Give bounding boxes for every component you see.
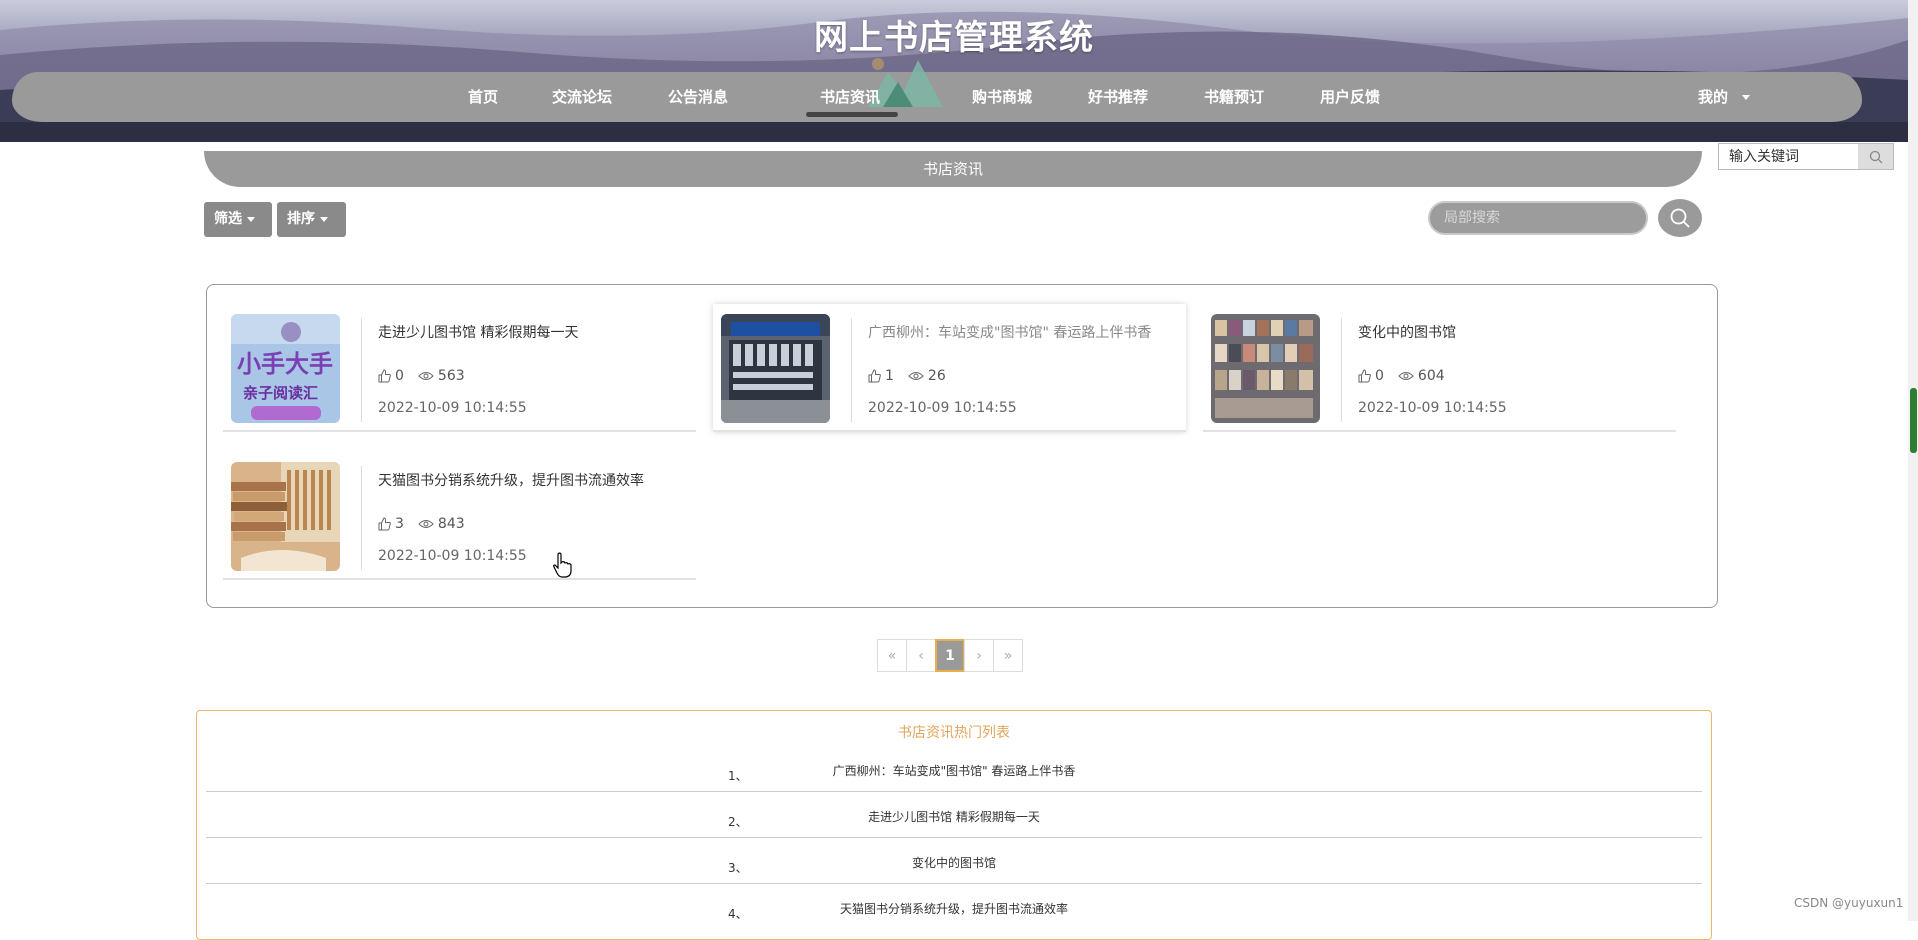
eye-icon	[908, 372, 924, 380]
view-count: 563	[437, 368, 465, 384]
local-search-input[interactable]	[1430, 203, 1646, 233]
station-bookshelf-image	[721, 314, 830, 423]
like-count: 0	[1375, 368, 1384, 384]
news-date: 2022-10-09 10:14:55	[378, 400, 527, 416]
like-count: 3	[395, 516, 404, 532]
nav-item-feedback[interactable]: 用户反馈	[1320, 86, 1380, 107]
view-count: 604	[1417, 368, 1445, 384]
pagination: « ‹ 1 › »	[877, 639, 1023, 672]
news-card[interactable]: 广西柳州：车站变成"图书馆" 春运路上伴书香 1 26 2022-10-09 1…	[713, 304, 1186, 432]
local-search-button[interactable]	[1658, 199, 1702, 237]
nav-item-news[interactable]: 书店资讯	[820, 86, 880, 107]
filter-dropdown[interactable]: 筛选	[204, 202, 272, 237]
hot-list-item[interactable]: 4、 天猫图书分销系统升级，提升图书流通效率	[206, 883, 1702, 929]
hot-item-title[interactable]: 广西柳州：车站变成"图书馆" 春运路上伴书香	[206, 762, 1702, 779]
watermark: CSDN @yuyuxun1	[1794, 896, 1904, 910]
hand-cursor-icon	[553, 552, 572, 578]
like-count: 1	[885, 368, 894, 384]
view-count: 26	[927, 368, 946, 384]
hot-item-title[interactable]: 走进少儿图书馆 精彩假期每一天	[206, 808, 1702, 825]
news-thumbnail	[231, 462, 340, 571]
page-prev-button[interactable]: ‹	[906, 639, 936, 672]
nav-item-recommend[interactable]: 好书推荐	[1088, 86, 1148, 107]
card-divider	[361, 318, 362, 422]
book-stack-image	[231, 462, 340, 571]
news-date: 2022-10-09 10:14:55	[868, 400, 1017, 416]
news-list: 小手大手 亲子阅读汇 走进少儿图书馆 精彩假期每一天 0 563 2022-10…	[206, 284, 1718, 608]
page-next-button[interactable]: ›	[964, 639, 994, 672]
library-shelves-image	[1211, 314, 1320, 423]
news-stats: 3 843	[378, 516, 479, 532]
sort-label: 排序	[287, 211, 315, 227]
hot-list-item[interactable]: 3、 变化中的图书馆	[206, 837, 1702, 884]
eye-icon	[418, 520, 434, 528]
thumbs-up-icon	[378, 517, 391, 531]
site-header: 网上书店管理系统 首页 交流论坛 公告消息 书店资讯 购书商城 好书推荐 书籍预…	[0, 0, 1908, 142]
card-divider	[1341, 318, 1342, 422]
news-stats: 1 26	[868, 368, 960, 384]
sort-dropdown[interactable]: 排序	[277, 202, 346, 237]
page-first-button[interactable]: «	[877, 639, 907, 672]
nav-item-notice[interactable]: 公告消息	[668, 86, 728, 107]
news-thumbnail: 小手大手 亲子阅读汇	[231, 314, 340, 423]
page-current-button[interactable]: 1	[935, 639, 965, 672]
news-title[interactable]: 广西柳州：车站变成"图书馆" 春运路上伴书香	[868, 322, 1151, 342]
section-title-bar: 书店资讯	[204, 151, 1702, 187]
nav-item-home[interactable]: 首页	[468, 86, 498, 107]
svg-text:小手大手: 小手大手	[237, 350, 333, 378]
news-title[interactable]: 走进少儿图书馆 精彩假期每一天	[378, 322, 578, 342]
scrollbar-thumb[interactable]	[1910, 388, 1917, 453]
site-title: 网上书店管理系统	[814, 18, 1094, 58]
news-card[interactable]: 小手大手 亲子阅读汇 走进少儿图书馆 精彩假期每一天 0 563 2022-10…	[223, 304, 696, 432]
hot-list-title: 书店资讯热门列表	[898, 725, 1010, 741]
hot-list: 书店资讯热门列表 1、 广西柳州：车站变成"图书馆" 春运路上伴书香 2、 走进…	[196, 710, 1712, 940]
view-count: 843	[437, 516, 465, 532]
filter-label: 筛选	[214, 211, 242, 227]
news-thumbnail	[721, 314, 830, 423]
nav-item-shop[interactable]: 购书商城	[972, 86, 1032, 107]
eye-icon	[418, 372, 434, 380]
news-date: 2022-10-09 10:14:55	[1358, 400, 1507, 416]
news-stats: 0 563	[378, 368, 479, 384]
like-count: 0	[395, 368, 404, 384]
news-title[interactable]: 变化中的图书馆	[1358, 322, 1456, 342]
hot-list-item[interactable]: 2、 走进少儿图书馆 精彩假期每一天	[206, 791, 1702, 838]
news-card[interactable]: 天猫图书分销系统升级，提升图书流通效率 3 843 2022-10-09 10:…	[223, 452, 696, 580]
local-search	[1428, 201, 1648, 235]
chevron-down-icon	[1742, 95, 1751, 100]
thumbs-up-icon	[1358, 369, 1371, 383]
svg-text:亲子阅读汇: 亲子阅读汇	[243, 384, 318, 402]
kids-reading-image: 小手大手 亲子阅读汇	[231, 314, 340, 423]
chevron-down-icon	[320, 216, 328, 222]
news-title[interactable]: 天猫图书分销系统升级，提升图书流通效率	[378, 470, 644, 490]
hot-item-title[interactable]: 天猫图书分销系统升级，提升图书流通效率	[206, 900, 1702, 917]
search-icon	[1869, 150, 1882, 163]
user-menu[interactable]: 我的	[1698, 86, 1751, 107]
thumbs-up-icon	[868, 369, 881, 383]
news-date: 2022-10-09 10:14:55	[378, 548, 527, 564]
nav-active-indicator	[806, 112, 898, 117]
card-divider	[851, 318, 852, 422]
scrollbar-track[interactable]	[1908, 0, 1918, 921]
news-card[interactable]: 变化中的图书馆 0 604 2022-10-09 10:14:55	[1203, 304, 1676, 432]
card-divider	[361, 466, 362, 570]
eye-icon	[1398, 372, 1414, 380]
global-search-button[interactable]	[1858, 144, 1893, 169]
nav-item-reserve[interactable]: 书籍预订	[1204, 86, 1264, 107]
page-last-button[interactable]: »	[993, 639, 1023, 672]
user-menu-label: 我的	[1698, 88, 1729, 106]
search-icon	[1670, 208, 1690, 228]
thumbs-up-icon	[378, 369, 391, 383]
chevron-down-icon	[247, 216, 255, 222]
hot-item-title[interactable]: 变化中的图书馆	[206, 854, 1702, 871]
global-search-input[interactable]	[1719, 144, 1859, 169]
hot-list-item[interactable]: 1、 广西柳州：车站变成"图书馆" 春运路上伴书香	[206, 745, 1702, 792]
nav-item-forum[interactable]: 交流论坛	[552, 86, 612, 107]
news-thumbnail	[1211, 314, 1320, 423]
global-search	[1718, 143, 1894, 170]
news-stats: 0 604	[1358, 368, 1459, 384]
